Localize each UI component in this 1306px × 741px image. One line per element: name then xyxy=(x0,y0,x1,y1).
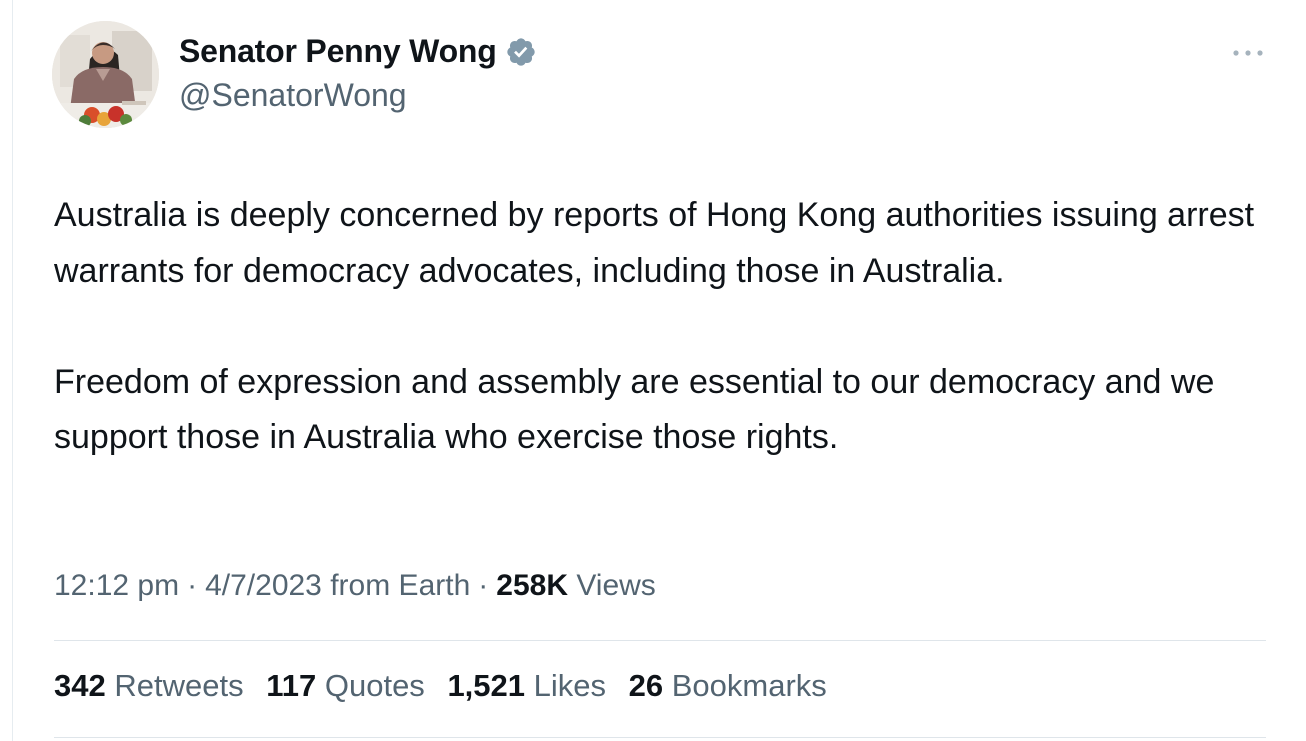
retweets-stat[interactable]: 342 Retweets xyxy=(54,668,252,703)
quotes-count: 117 xyxy=(266,668,317,703)
tweet-time[interactable]: 12:12 pm xyxy=(54,569,179,602)
divider xyxy=(54,640,1266,641)
left-border xyxy=(12,0,13,741)
author-name-row[interactable]: Senator Penny Wong xyxy=(179,33,537,70)
verified-badge-icon xyxy=(506,37,535,66)
divider xyxy=(54,737,1266,738)
likes-stat[interactable]: 1,521 Likes xyxy=(447,668,614,703)
retweets-label: Retweets xyxy=(114,668,244,703)
quotes-stat[interactable]: 117 Quotes xyxy=(266,668,433,703)
views-count[interactable]: 258K xyxy=(496,569,568,602)
separator: · xyxy=(478,569,489,602)
avatar[interactable] xyxy=(52,21,159,128)
tweet-metadata: 12:12 pm · 4/7/2023 from Earth · 258K Views xyxy=(54,569,656,603)
author-handle[interactable]: @SenatorWong xyxy=(179,77,407,114)
author-name[interactable]: Senator Penny Wong xyxy=(179,33,497,70)
engagement-stats: 342 Retweets 117 Quotes 1,521 Likes 26 B… xyxy=(54,668,841,704)
likes-label: Likes xyxy=(533,668,607,703)
quotes-label: Quotes xyxy=(324,668,425,703)
likes-count: 1,521 xyxy=(447,668,526,703)
tweet-date[interactable]: 4/7/2023 xyxy=(205,569,322,602)
tweet-paragraph: Freedom of expression and assembly are e… xyxy=(54,362,1215,457)
bookmarks-stat[interactable]: 26 Bookmarks xyxy=(629,668,827,703)
more-options-icon[interactable] xyxy=(1228,38,1268,68)
retweets-count: 342 xyxy=(54,668,106,703)
separator: · xyxy=(187,569,198,602)
views-label[interactable]: Views xyxy=(576,569,655,602)
bookmarks-label: Bookmarks xyxy=(671,668,827,703)
tweet-paragraph: Australia is deeply concerned by reports… xyxy=(54,196,1255,290)
tweet-text: Australia is deeply concerned by reports… xyxy=(54,188,1264,466)
bookmarks-count: 26 xyxy=(628,668,664,703)
tweet-source: from Earth xyxy=(330,569,471,602)
